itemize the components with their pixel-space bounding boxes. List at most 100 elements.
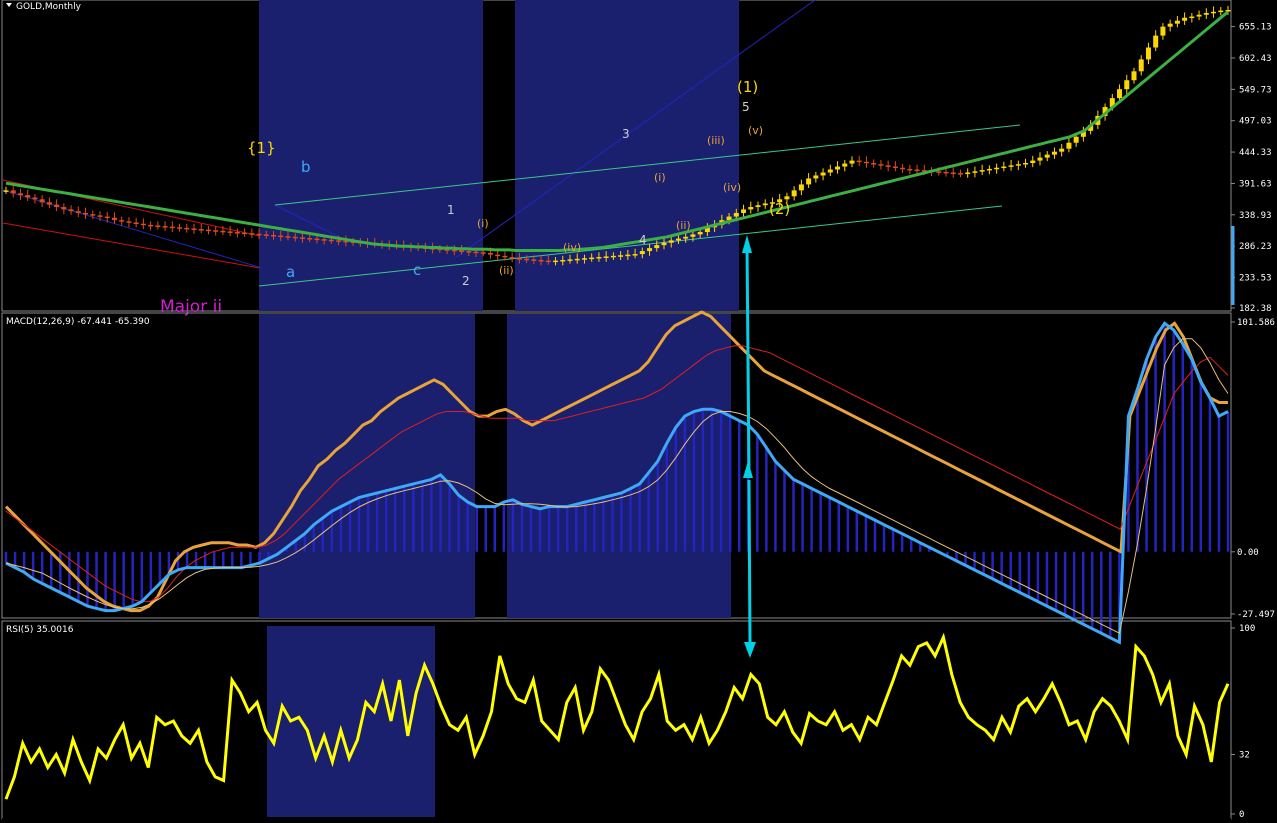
candle-body — [596, 257, 602, 259]
chevron-down-icon[interactable] — [6, 3, 12, 7]
macd-axis-label: 101.586 — [1237, 318, 1275, 328]
candle-body — [697, 232, 703, 235]
candle-body — [1030, 160, 1036, 163]
candle-body — [863, 161, 869, 164]
wave-label-ii-b: (ii) — [676, 219, 691, 232]
candle-body — [560, 260, 566, 262]
macd-highlight-zone-1 — [259, 314, 475, 618]
price-axis-label: 338.93 — [1239, 211, 1272, 221]
candle-body — [610, 255, 616, 258]
candle-body — [39, 199, 45, 203]
candle-body — [213, 230, 219, 232]
candle-body — [1073, 136, 1079, 143]
candle-body — [111, 217, 117, 221]
wave-label-1-braces: {1} — [247, 139, 276, 157]
wave-label-i-b: (i) — [654, 171, 666, 184]
price-axis-label: 286.23 — [1239, 242, 1272, 252]
candle-body — [502, 255, 508, 258]
candle-body — [965, 172, 971, 175]
candle-body — [1037, 157, 1043, 161]
candle-body — [950, 172, 956, 175]
candle-body — [835, 166, 841, 170]
trendline-red — [2, 222, 261, 269]
candle-body — [1117, 89, 1123, 99]
price-axis-label: 182.38 — [1239, 304, 1272, 314]
price-axis-label: 233.53 — [1239, 274, 1272, 284]
candle-body — [885, 165, 891, 167]
candle-body — [25, 195, 31, 198]
candle-body — [61, 207, 67, 210]
candle-body — [1008, 165, 1014, 167]
candle-body — [871, 162, 877, 165]
rsi-panel[interactable]: 100 32 0 RSI(5) 35.0016 — [1, 620, 1255, 820]
macd-panel[interactable]: 101.586 0.00 -27.497 MACD(12,26,9) -67.441… — [1, 310, 1275, 645]
candle-body — [524, 258, 530, 261]
candle-body — [531, 259, 537, 261]
candle-body — [668, 240, 674, 243]
candle-body — [83, 212, 89, 215]
candle-body — [748, 207, 754, 210]
wave-label-a: a — [286, 263, 295, 281]
candle-body — [205, 229, 211, 232]
candle-body — [169, 226, 175, 229]
rsi-axis: 100 32 0 — [1231, 624, 1255, 820]
wave-label-v: (v) — [748, 124, 763, 137]
price-panel-header[interactable]: GOLD,Monthly — [6, 2, 82, 12]
candle-body — [10, 190, 16, 194]
candle-body — [299, 237, 305, 239]
candle-body — [545, 260, 551, 263]
candle-body — [516, 258, 522, 260]
candle-body — [936, 171, 942, 173]
candle-body — [639, 251, 645, 255]
price-panel-title: GOLD,Monthly — [16, 2, 82, 12]
candle-body — [1182, 17, 1188, 21]
candle-body — [654, 245, 660, 249]
candle-body — [321, 239, 327, 241]
candle-body — [567, 259, 573, 261]
price-panel[interactable]: 655.13 602.43 549.73 497.03 444.33 391.63 338.… — [1, 0, 1272, 317]
candle-body — [581, 258, 587, 260]
candle-body — [806, 178, 812, 185]
macd-highlight-zones — [259, 314, 731, 618]
candle-body — [1138, 59, 1144, 72]
candle-body — [3, 190, 9, 192]
time-axis — [2, 818, 1231, 823]
candle-body — [227, 231, 233, 233]
rsi-panel-border — [1, 620, 1232, 820]
price-axis-label: 655.13 — [1239, 23, 1272, 33]
candle-body — [198, 229, 204, 231]
arrow-head-down — [744, 642, 756, 658]
candle-body — [1167, 23, 1173, 27]
candle-body — [1066, 142, 1072, 149]
candle-body — [90, 214, 96, 216]
candle-body — [907, 168, 913, 171]
candle-body — [328, 239, 334, 242]
candle-body — [647, 248, 653, 252]
arrow-shaft — [745, 244, 751, 473]
candle-body — [1153, 35, 1159, 48]
candle-body — [827, 169, 833, 173]
wave-label-c: c — [413, 261, 421, 279]
wave-label-i-a: (i) — [477, 217, 489, 230]
candle-body — [220, 230, 226, 233]
candle-body — [683, 236, 689, 239]
candle-body — [856, 160, 862, 163]
price-axis-label: 549.73 — [1239, 85, 1272, 95]
wave-label-1-paren: (1) — [737, 78, 758, 96]
candle-body — [32, 197, 38, 200]
candle-body — [451, 249, 457, 252]
wave-label-b: b — [301, 158, 311, 176]
candle-body — [285, 236, 291, 238]
candle-body — [957, 173, 963, 175]
rsi-axis-label: 100 — [1239, 624, 1255, 634]
arrow-head-up-lower — [743, 461, 753, 478]
candle-body — [473, 251, 479, 254]
candle-body — [1059, 148, 1065, 152]
candle-body — [900, 167, 906, 170]
candle-body — [242, 232, 248, 235]
candle-body — [553, 260, 559, 263]
candle-body — [68, 209, 74, 212]
price-axis-label: 497.03 — [1239, 117, 1272, 127]
cyan-arrow — [742, 235, 756, 658]
candle-body — [191, 228, 197, 230]
